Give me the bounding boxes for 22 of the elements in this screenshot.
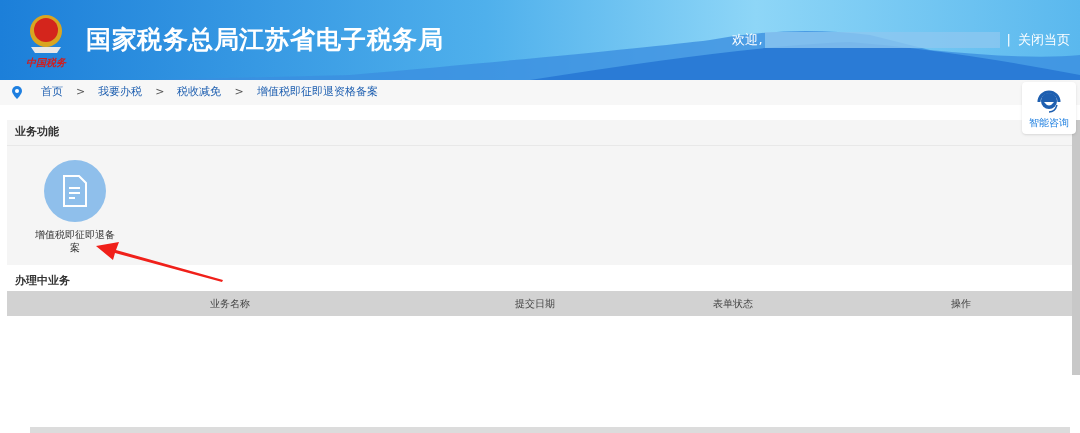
breadcrumb-link[interactable]: 增值税即征即退资格备案 (256, 84, 378, 101)
column-header: 业务名称 (209, 297, 251, 311)
link-divider: | (1006, 31, 1011, 50)
welcome-text: 欢迎, (732, 31, 763, 50)
section-title: 办理中业务 (15, 273, 71, 289)
document-icon (62, 175, 88, 207)
site-title: 国家税务总局江苏省电子税务局 (86, 24, 443, 57)
column-header: 提交日期 (514, 297, 556, 311)
function-tile[interactable]: 增值税即征即退备案 (25, 160, 125, 254)
breadcrumb-link[interactable]: 首页 (41, 84, 63, 101)
emblem-caption: 中国税务 (26, 57, 66, 69)
vertical-scrollbar[interactable] (1072, 120, 1080, 375)
breadcrumb-link[interactable]: 税收减免 (177, 84, 222, 101)
horizontal-scrollbar[interactable] (30, 427, 1070, 433)
breadcrumb-link[interactable]: 我要办税 (98, 84, 143, 101)
column-header: 操作 (949, 297, 972, 311)
column-header: 表单状态 (712, 297, 754, 311)
breadcrumb-separator: > (76, 84, 86, 101)
breadcrumb-separator: > (234, 84, 244, 101)
location-pin-icon (12, 86, 22, 99)
consult-widget[interactable]: 智能咨询 (1022, 82, 1076, 134)
breadcrumb-separator: > (155, 84, 165, 101)
